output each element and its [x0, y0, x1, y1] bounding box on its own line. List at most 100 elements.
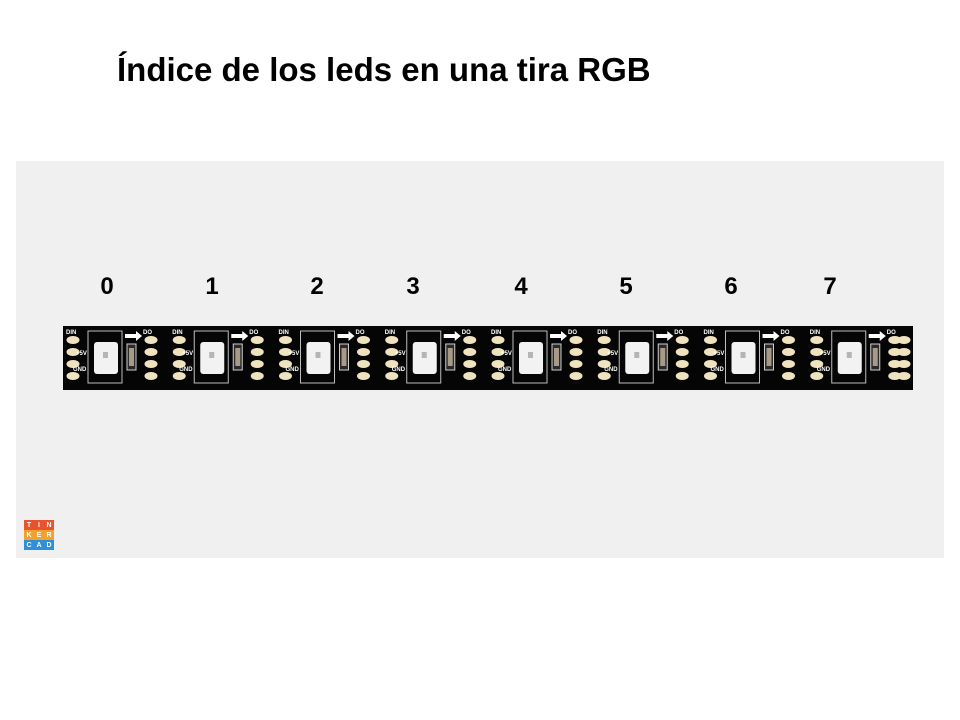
vcc-label: +5V	[76, 351, 87, 357]
vcc-label: +5V	[501, 351, 512, 357]
dout-label: DO	[143, 330, 152, 336]
solder-pad	[144, 372, 158, 380]
vcc-label: +5V	[182, 351, 193, 357]
led-die	[634, 352, 640, 358]
din-label: DIN	[172, 330, 182, 336]
dout-label: DO	[462, 330, 471, 336]
direction-arrow-icon	[868, 331, 886, 341]
solder-pad	[463, 360, 477, 368]
tinkercad-logo-icon: TINKERCAD	[24, 520, 54, 550]
dout-label: DO	[781, 330, 790, 336]
gnd-label: GND	[286, 367, 300, 373]
solder-pad	[250, 348, 264, 356]
logo-letter: K	[24, 530, 34, 540]
solder-pad	[897, 336, 911, 344]
gnd-label: GND	[817, 367, 831, 373]
solder-pad	[675, 348, 689, 356]
solder-pad	[172, 372, 186, 380]
solder-pad	[569, 372, 583, 380]
gnd-label: GND	[604, 367, 618, 373]
logo-letter: I	[34, 520, 44, 530]
gnd-label: GND	[711, 367, 725, 373]
led-die	[740, 352, 746, 358]
capacitor-body	[554, 348, 559, 366]
din-label: DIN	[491, 330, 501, 336]
solder-pad	[279, 372, 292, 380]
led-die	[209, 352, 215, 358]
din-label: DIN	[385, 330, 395, 336]
slide-title: Índice de los leds en una tira RGB	[117, 51, 651, 88]
direction-arrow-icon	[550, 331, 567, 341]
gnd-label: GND	[73, 367, 87, 373]
solder-pad	[491, 372, 505, 380]
led-die	[103, 352, 108, 358]
solder-pad	[782, 372, 795, 380]
direction-arrow-icon	[443, 331, 461, 341]
solder-pad	[897, 348, 911, 356]
vcc-label: +5V	[820, 351, 831, 357]
solder-pad	[597, 372, 611, 380]
solder-pad	[810, 336, 824, 344]
solder-pad	[675, 372, 689, 380]
solder-pad	[144, 336, 158, 344]
direction-arrow-icon	[231, 331, 249, 341]
logo-letter: T	[24, 520, 34, 530]
capacitor-body	[872, 348, 878, 366]
solder-pad	[463, 372, 477, 380]
logo-letter: E	[34, 530, 44, 540]
solder-pad	[782, 348, 795, 356]
direction-arrow-icon	[762, 331, 780, 341]
solder-pad	[675, 336, 689, 344]
dout-label: DO	[674, 330, 683, 336]
capacitor-body	[447, 348, 453, 366]
solder-pad	[675, 360, 689, 368]
solder-pad	[144, 348, 158, 356]
solder-pad	[897, 360, 911, 368]
solder-pad	[810, 372, 824, 380]
solder-pad	[463, 348, 477, 356]
direction-arrow-icon	[125, 331, 142, 341]
gnd-label: GND	[179, 367, 193, 373]
gnd-label: GND	[392, 367, 406, 373]
solder-pad	[704, 372, 717, 380]
led-index-label: 4	[514, 273, 528, 300]
solder-pad	[144, 360, 158, 368]
solder-pad	[357, 372, 370, 380]
led-index-label: 2	[310, 273, 324, 300]
solder-pad	[569, 348, 583, 356]
solder-pad	[597, 336, 611, 344]
din-label: DIN	[279, 330, 289, 336]
solder-pad	[250, 372, 264, 380]
solder-pad	[357, 360, 370, 368]
logo-letter: N	[44, 520, 54, 530]
solder-pad	[357, 336, 370, 344]
din-label: DIN	[597, 330, 607, 336]
dout-label: DO	[356, 330, 365, 336]
vcc-label: +5V	[714, 351, 725, 357]
solder-pad	[569, 336, 583, 344]
din-label: DIN	[704, 330, 714, 336]
capacitor-body	[235, 348, 241, 366]
din-label: DIN	[66, 330, 76, 336]
rgb-led-strip[interactable]: DIN +5V GND DO DIN +5V GND DO DIN +5V GND DO DIN +5V G…	[63, 326, 913, 390]
led-index-label: 1	[205, 273, 219, 300]
vcc-label: +5V	[607, 351, 618, 357]
dout-label: DO	[249, 330, 258, 336]
solder-pad	[385, 336, 399, 344]
solder-pad	[491, 336, 505, 344]
led-die	[528, 352, 533, 358]
tinkercad-canvas[interactable]: 0 1 2 3 4 5 6 7 DIN +5V GND DO DIN +5V GND DO DI…	[16, 161, 944, 558]
vcc-label: +5V	[395, 351, 406, 357]
din-label: DIN	[810, 330, 820, 336]
logo-letter: A	[34, 540, 44, 550]
solder-pad	[897, 372, 911, 380]
solder-pad	[385, 372, 399, 380]
led-index-label: 6	[724, 273, 738, 300]
led-die	[421, 352, 427, 358]
capacitor-body	[341, 348, 347, 366]
capacitor-body	[660, 348, 666, 366]
logo-letter: R	[44, 530, 54, 540]
solder-pad	[704, 336, 717, 344]
direction-arrow-icon	[656, 331, 674, 341]
gnd-label: GND	[498, 367, 512, 373]
